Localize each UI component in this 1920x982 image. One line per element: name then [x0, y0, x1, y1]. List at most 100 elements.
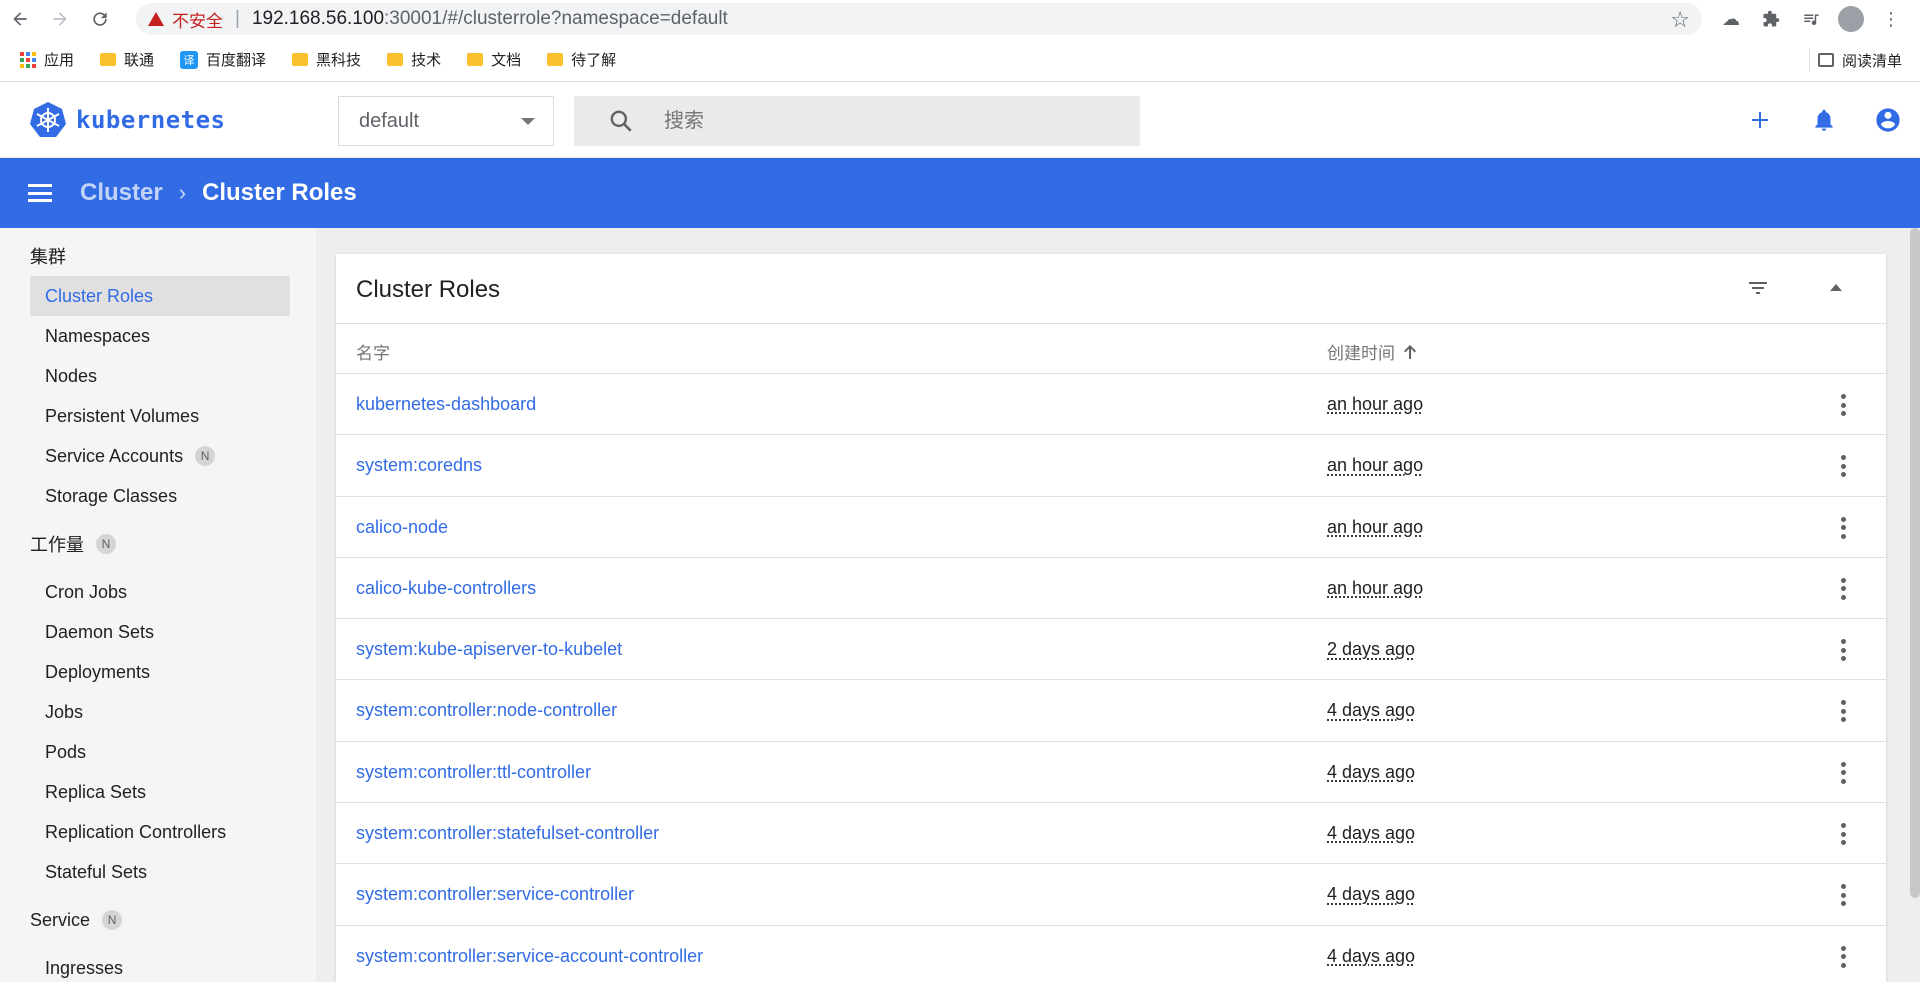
table-row: calico-kube-controllers an hour ago: [336, 558, 1886, 620]
bookmark-heikeji[interactable]: 黑科技: [292, 49, 361, 70]
nav-heading-workloads[interactable]: 工作量 N: [0, 524, 316, 564]
column-name-header[interactable]: 名字: [356, 339, 390, 364]
bookmark-apps[interactable]: 应用: [20, 49, 74, 70]
bookmark-fanyi[interactable]: 译 百度翻译: [180, 49, 266, 70]
puzzle-extension-icon[interactable]: [1758, 6, 1784, 32]
collapse-caret-icon[interactable]: [1830, 284, 1842, 291]
bookmark-jishu[interactable]: 技术: [387, 49, 441, 70]
sidebar-item-jobs[interactable]: Jobs: [30, 692, 290, 732]
table-row: system:coredns an hour ago: [336, 435, 1886, 497]
nav-heading-service[interactable]: Service N: [0, 900, 316, 940]
sidebar-item-nodes[interactable]: Nodes: [30, 356, 290, 396]
reading-list-button[interactable]: 阅读清单: [1817, 38, 1902, 82]
more-vert-icon[interactable]: [1840, 823, 1846, 846]
sidebar-item-storage-classes[interactable]: Storage Classes: [30, 476, 290, 516]
created-time: 4 days ago: [1327, 945, 1416, 966]
more-vert-icon[interactable]: [1840, 577, 1846, 600]
kubernetes-logo[interactable]: kubernetes: [28, 100, 226, 140]
sidebar-item-label: Jobs: [45, 701, 84, 722]
more-vert-icon[interactable]: [1840, 639, 1846, 662]
sidebar-item-label: Ingresses: [45, 957, 124, 978]
address-bar[interactable]: 不安全 | 192.168.56.100 :30001/#/clusterrol…: [136, 3, 1702, 35]
cluster-role-link[interactable]: system:controller:node-controller: [356, 700, 617, 721]
caret-down-icon: [521, 118, 535, 125]
bookmark-dailiaojie[interactable]: 待了解: [547, 49, 616, 70]
folder-icon: [467, 53, 484, 66]
media-queue-icon[interactable]: [1798, 6, 1824, 32]
cluster-role-link[interactable]: calico-kube-controllers: [356, 578, 536, 599]
url-separator: |: [235, 8, 240, 29]
sidebar-item-ingresses[interactable]: Ingresses: [30, 948, 290, 982]
more-vert-icon[interactable]: [1840, 455, 1846, 478]
sidebar-item-replica-sets[interactable]: Replica Sets: [30, 772, 290, 812]
sidebar-item-stateful-sets[interactable]: Stateful Sets: [30, 852, 290, 892]
created-time: an hour ago: [1327, 516, 1424, 537]
namespaced-badge: N: [102, 910, 123, 930]
notifications-button[interactable]: [1792, 88, 1856, 152]
cluster-role-link[interactable]: system:coredns: [356, 455, 482, 476]
column-created-header[interactable]: 创建时间: [1327, 339, 1417, 364]
table-row: system:controller:ttl-controller 4 days …: [336, 742, 1886, 804]
cluster-role-link[interactable]: system:kube-apiserver-to-kubelet: [356, 639, 622, 660]
browser-extensions: ☁ ⋮: [1718, 0, 1920, 38]
reload-icon[interactable]: [80, 0, 120, 38]
reading-list-label: 阅读清单: [1841, 52, 1902, 70]
bookmark-label: 应用: [44, 52, 75, 69]
more-vert-icon[interactable]: [1840, 761, 1846, 784]
bookmark-wendang[interactable]: 文档: [467, 49, 521, 70]
more-vert-icon[interactable]: [1840, 394, 1846, 416]
chevron-right-icon: ›: [178, 180, 187, 205]
sidebar-item-replication-controllers[interactable]: Replication Controllers: [30, 812, 290, 852]
sidebar-item-daemon-sets[interactable]: Daemon Sets: [30, 612, 290, 652]
cluster-role-link[interactable]: kubernetes-dashboard: [356, 394, 536, 415]
sidebar-item-namespaces[interactable]: Namespaces: [30, 316, 290, 356]
more-vert-icon[interactable]: [1840, 945, 1846, 968]
plus-icon: [1752, 112, 1768, 128]
cloud-extension-icon[interactable]: ☁: [1718, 6, 1744, 32]
browser-menu-icon[interactable]: ⋮: [1878, 6, 1904, 32]
sidebar-item-cluster-roles[interactable]: Cluster Roles: [30, 276, 290, 316]
folder-icon: [547, 53, 564, 66]
cluster-role-link[interactable]: system:controller:ttl-controller: [356, 762, 591, 783]
sidebar-item-cron-jobs[interactable]: Cron Jobs: [30, 572, 290, 612]
bookmarks-divider: [1809, 48, 1810, 72]
cluster-role-link[interactable]: calico-node: [356, 517, 448, 538]
profile-avatar-icon[interactable]: [1838, 6, 1864, 32]
nav-heading-cluster[interactable]: 集群: [0, 236, 316, 276]
sidebar-item-persistent-volumes[interactable]: Persistent Volumes: [30, 396, 290, 436]
cluster-role-link[interactable]: system:controller:service-account-contro…: [356, 946, 703, 967]
breadcrumb-toolbar: Cluster › Cluster Roles: [0, 158, 1920, 228]
sidebar-item-deployments[interactable]: Deployments: [30, 652, 290, 692]
bookmark-label: 百度翻译: [206, 52, 267, 69]
insecure-warning[interactable]: 不安全: [148, 7, 223, 32]
bookmark-star-icon[interactable]: ☆: [1670, 7, 1690, 33]
back-arrow-icon[interactable]: [0, 0, 40, 38]
hamburger-menu-icon[interactable]: [28, 184, 52, 202]
sidebar-item-label: Service Accounts: [45, 445, 184, 466]
more-vert-icon[interactable]: [1840, 700, 1846, 723]
cluster-role-link[interactable]: system:controller:service-controller: [356, 884, 634, 905]
bookmark-liantong[interactable]: 联通: [100, 49, 154, 70]
more-vert-icon[interactable]: [1840, 516, 1846, 539]
more-vert-icon[interactable]: [1840, 884, 1846, 907]
page-scrollbar[interactable]: [1910, 228, 1920, 898]
namespaced-badge: N: [195, 446, 216, 466]
table-row: system:controller:statefulset-controller…: [336, 803, 1886, 865]
folder-icon: [292, 53, 309, 66]
search-input[interactable]: [664, 109, 1104, 133]
filter-icon[interactable]: [1744, 276, 1772, 300]
namespace-selector[interactable]: default: [338, 96, 554, 146]
bell-icon: [1815, 109, 1833, 131]
table-row: system:controller:service-controller 4 d…: [336, 864, 1886, 926]
sidebar-item-label: Stateful Sets: [45, 861, 148, 882]
created-time: an hour ago: [1327, 455, 1424, 476]
url-path: :30001/#/clusterrole?namespace=default: [384, 8, 728, 29]
create-button[interactable]: [1728, 88, 1792, 152]
breadcrumb-cluster[interactable]: Cluster: [80, 179, 163, 207]
sidebar-item-pods[interactable]: Pods: [30, 732, 290, 772]
account-button[interactable]: [1856, 88, 1920, 152]
forward-arrow-icon[interactable]: [40, 0, 80, 38]
search-bar[interactable]: [574, 96, 1140, 146]
sidebar-item-service-accounts[interactable]: Service Accounts N: [30, 436, 290, 476]
cluster-role-link[interactable]: system:controller:statefulset-controller: [356, 823, 659, 844]
